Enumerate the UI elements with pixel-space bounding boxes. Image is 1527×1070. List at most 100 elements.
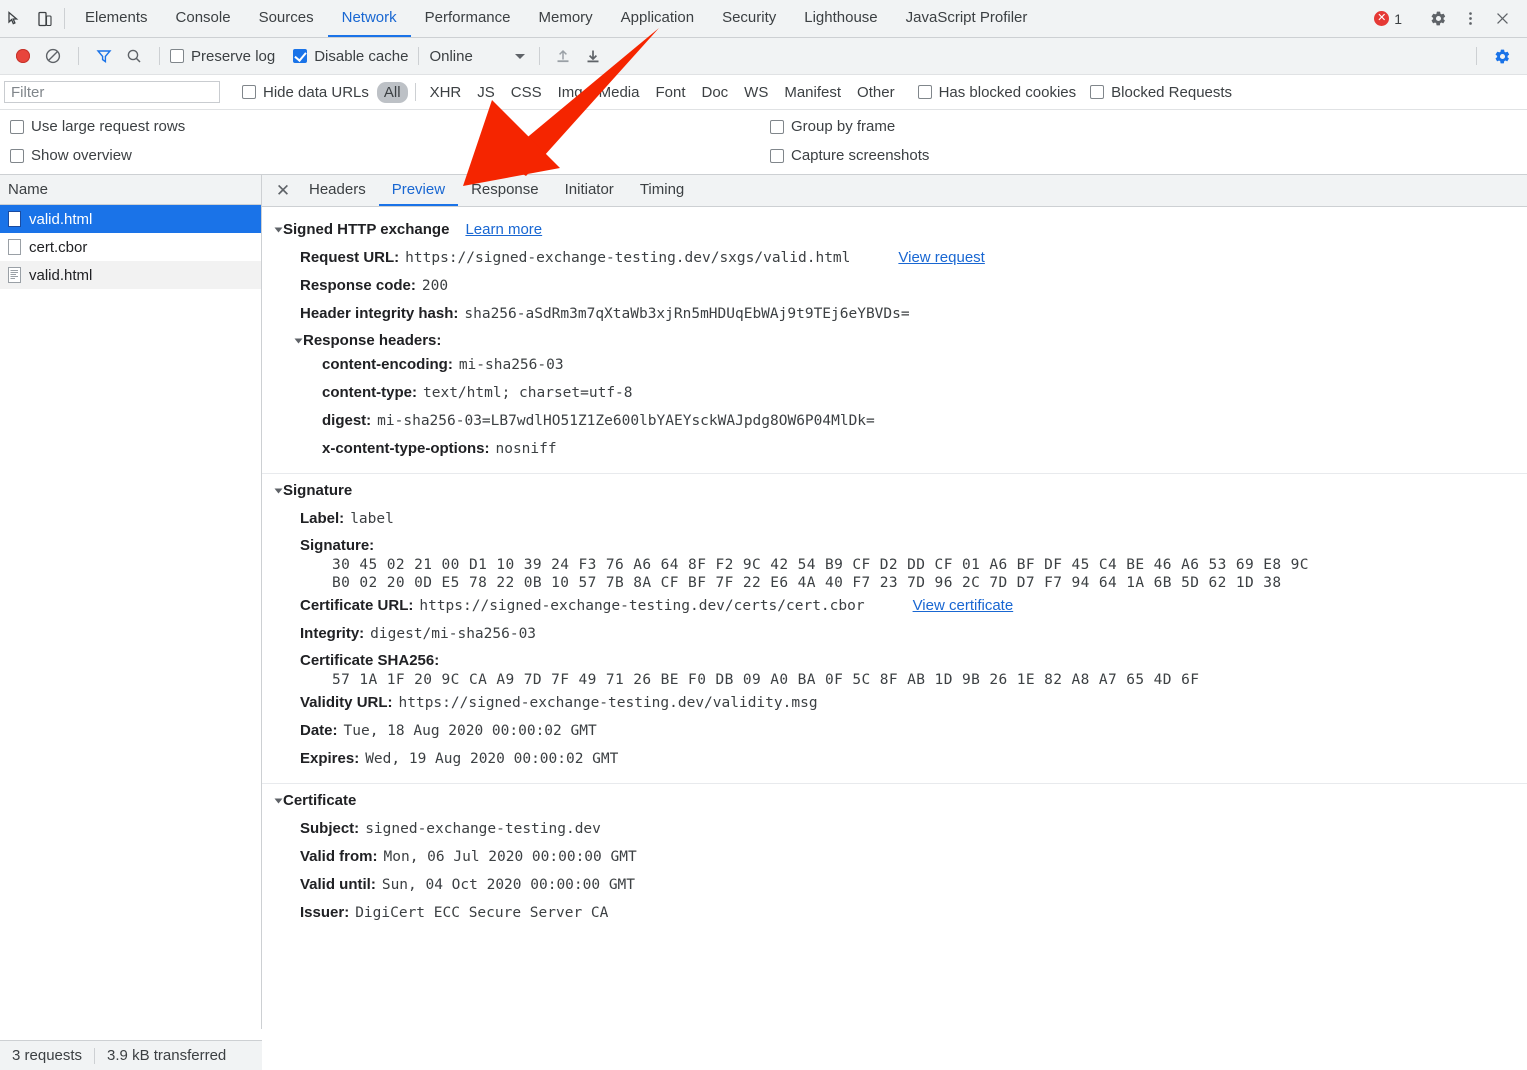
section-header[interactable]: Signed HTTP exchange Learn more (276, 217, 1527, 244)
checkbox-box (10, 149, 24, 163)
field-label: Subject: (300, 819, 359, 839)
tab-javascript-profiler[interactable]: JavaScript Profiler (892, 0, 1042, 37)
request-count: 3 requests (0, 1047, 94, 1064)
view-request-link[interactable]: View request (898, 248, 984, 268)
chevron-down-icon (515, 54, 525, 59)
type-filter-xhr[interactable]: XHR (423, 82, 469, 103)
type-filter-other[interactable]: Other (850, 82, 902, 103)
filter-icon[interactable] (89, 48, 119, 64)
panel-tabs: Elements Console Sources Network Perform… (71, 0, 1041, 37)
section-header[interactable]: Certificate (276, 788, 1527, 815)
network-filter-bar: Hide data URLs All XHR JS CSS Img Media … (0, 75, 1527, 110)
checkbox-box (293, 49, 307, 63)
signature-hex-line: 30 45 02 21 00 D1 10 39 24 F3 76 A6 64 8… (276, 556, 1527, 574)
network-settings-gear-icon[interactable] (1487, 41, 1517, 71)
type-filter-js[interactable]: JS (470, 82, 502, 103)
type-filter-ws[interactable]: WS (737, 82, 775, 103)
tab-application[interactable]: Application (607, 0, 708, 37)
search-icon[interactable] (119, 48, 149, 64)
tab-sources[interactable]: Sources (245, 0, 328, 37)
tab-console[interactable]: Console (162, 0, 245, 37)
export-har-icon[interactable] (578, 48, 608, 64)
type-filter-doc[interactable]: Doc (694, 82, 735, 103)
hide-data-urls-checkbox[interactable]: Hide data URLs (242, 84, 369, 101)
close-icon[interactable] (1487, 4, 1517, 34)
divider (539, 47, 540, 65)
tab-security[interactable]: Security (708, 0, 790, 37)
section-signed-http-exchange: Signed HTTP exchange Learn more Request … (262, 213, 1527, 474)
throttling-select[interactable]: Online (429, 48, 525, 65)
type-filter-manifest[interactable]: Manifest (777, 82, 848, 103)
group-by-frame-checkbox[interactable]: Group by frame (770, 118, 929, 135)
tab-preview[interactable]: Preview (379, 175, 458, 206)
show-overview-checkbox[interactable]: Show overview (10, 147, 770, 164)
tab-timing[interactable]: Timing (627, 175, 697, 206)
filter-input[interactable] (4, 81, 220, 103)
learn-more-link[interactable]: Learn more (465, 221, 542, 238)
header-value: mi-sha256-03=LB7wdlHO51Z1Ze600lbYAEYsckW… (377, 411, 875, 431)
request-name: valid.html (29, 211, 92, 228)
tab-memory[interactable]: Memory (525, 0, 607, 37)
tab-performance[interactable]: Performance (411, 0, 525, 37)
chevron-down-icon[interactable] (295, 338, 303, 343)
disable-cache-checkbox[interactable]: Disable cache (293, 48, 408, 65)
subsection-response-headers[interactable]: Response headers: (276, 328, 1527, 351)
divider (418, 47, 419, 65)
field-label: Header integrity hash: (300, 304, 458, 324)
tab-elements[interactable]: Elements (71, 0, 162, 37)
clear-button[interactable] (38, 48, 68, 64)
gear-icon[interactable] (1423, 4, 1453, 34)
inspect-element-icon[interactable] (0, 0, 30, 37)
tab-headers[interactable]: Headers (296, 175, 379, 206)
type-filter-all[interactable]: All (377, 82, 408, 103)
field-certificate-url: Certificate URL: https://signed-exchange… (276, 592, 1527, 620)
tab-initiator[interactable]: Initiator (552, 175, 627, 206)
preserve-log-label: Preserve log (191, 48, 275, 65)
table-row[interactable]: cert.cbor (0, 233, 261, 261)
tab-lighthouse[interactable]: Lighthouse (790, 0, 891, 37)
section-header[interactable]: Signature (276, 478, 1527, 505)
field-label: Expires: (300, 749, 359, 769)
field-label: Request URL: (300, 248, 399, 268)
field-value: https://signed-exchange-testing.dev/cert… (419, 596, 864, 616)
divider (78, 47, 79, 65)
section-title: Signature (283, 482, 352, 499)
has-blocked-cookies-checkbox[interactable]: Has blocked cookies (918, 84, 1077, 101)
device-toolbar-icon[interactable] (30, 0, 60, 37)
record-button[interactable] (8, 49, 38, 63)
chevron-down-icon[interactable] (275, 798, 283, 803)
section-title: Signed HTTP exchange (283, 221, 449, 238)
table-row[interactable]: valid.html (0, 205, 261, 233)
import-har-icon[interactable] (548, 48, 578, 64)
error-count-badge[interactable]: ✕ 1 (1366, 11, 1410, 27)
type-filter-media[interactable]: Media (592, 82, 647, 103)
chevron-down-icon[interactable] (275, 488, 283, 493)
field-subject: Subject: signed-exchange-testing.dev (276, 815, 1527, 843)
preserve-log-checkbox[interactable]: Preserve log (170, 48, 275, 65)
tab-response[interactable]: Response (458, 175, 552, 206)
request-name: valid.html (29, 267, 92, 284)
field-value: DigiCert ECC Secure Server CA (355, 903, 608, 923)
network-body: Name valid.html cert.cbor valid.html ✕ H… (0, 175, 1527, 1029)
view-certificate-link[interactable]: View certificate (913, 596, 1014, 616)
field-label: Response code: (300, 276, 416, 296)
transferred-size: 3.9 kB transferred (95, 1047, 238, 1064)
tab-network[interactable]: Network (328, 0, 411, 37)
capture-screenshots-checkbox[interactable]: Capture screenshots (770, 147, 929, 164)
chevron-down-icon[interactable] (275, 227, 283, 232)
field-value: https://signed-exchange-testing.dev/vali… (399, 693, 818, 713)
type-filter-css[interactable]: CSS (504, 82, 549, 103)
type-filter-img[interactable]: Img (551, 82, 590, 103)
tab-strip-actions: ✕ 1 (1366, 0, 1527, 37)
type-filter-font[interactable]: Font (648, 82, 692, 103)
close-icon[interactable]: ✕ (270, 175, 296, 206)
checkbox-box (10, 120, 24, 134)
use-large-request-rows-checkbox[interactable]: Use large request rows (10, 118, 770, 135)
table-row[interactable]: valid.html (0, 261, 261, 289)
kebab-menu-icon[interactable] (1455, 4, 1485, 34)
field-validity-url: Validity URL: https://signed-exchange-te… (276, 689, 1527, 717)
column-header-name[interactable]: Name (0, 175, 261, 205)
header-name: x-content-type-options: (322, 439, 489, 459)
divider (1476, 47, 1477, 65)
blocked-requests-checkbox[interactable]: Blocked Requests (1090, 84, 1232, 101)
